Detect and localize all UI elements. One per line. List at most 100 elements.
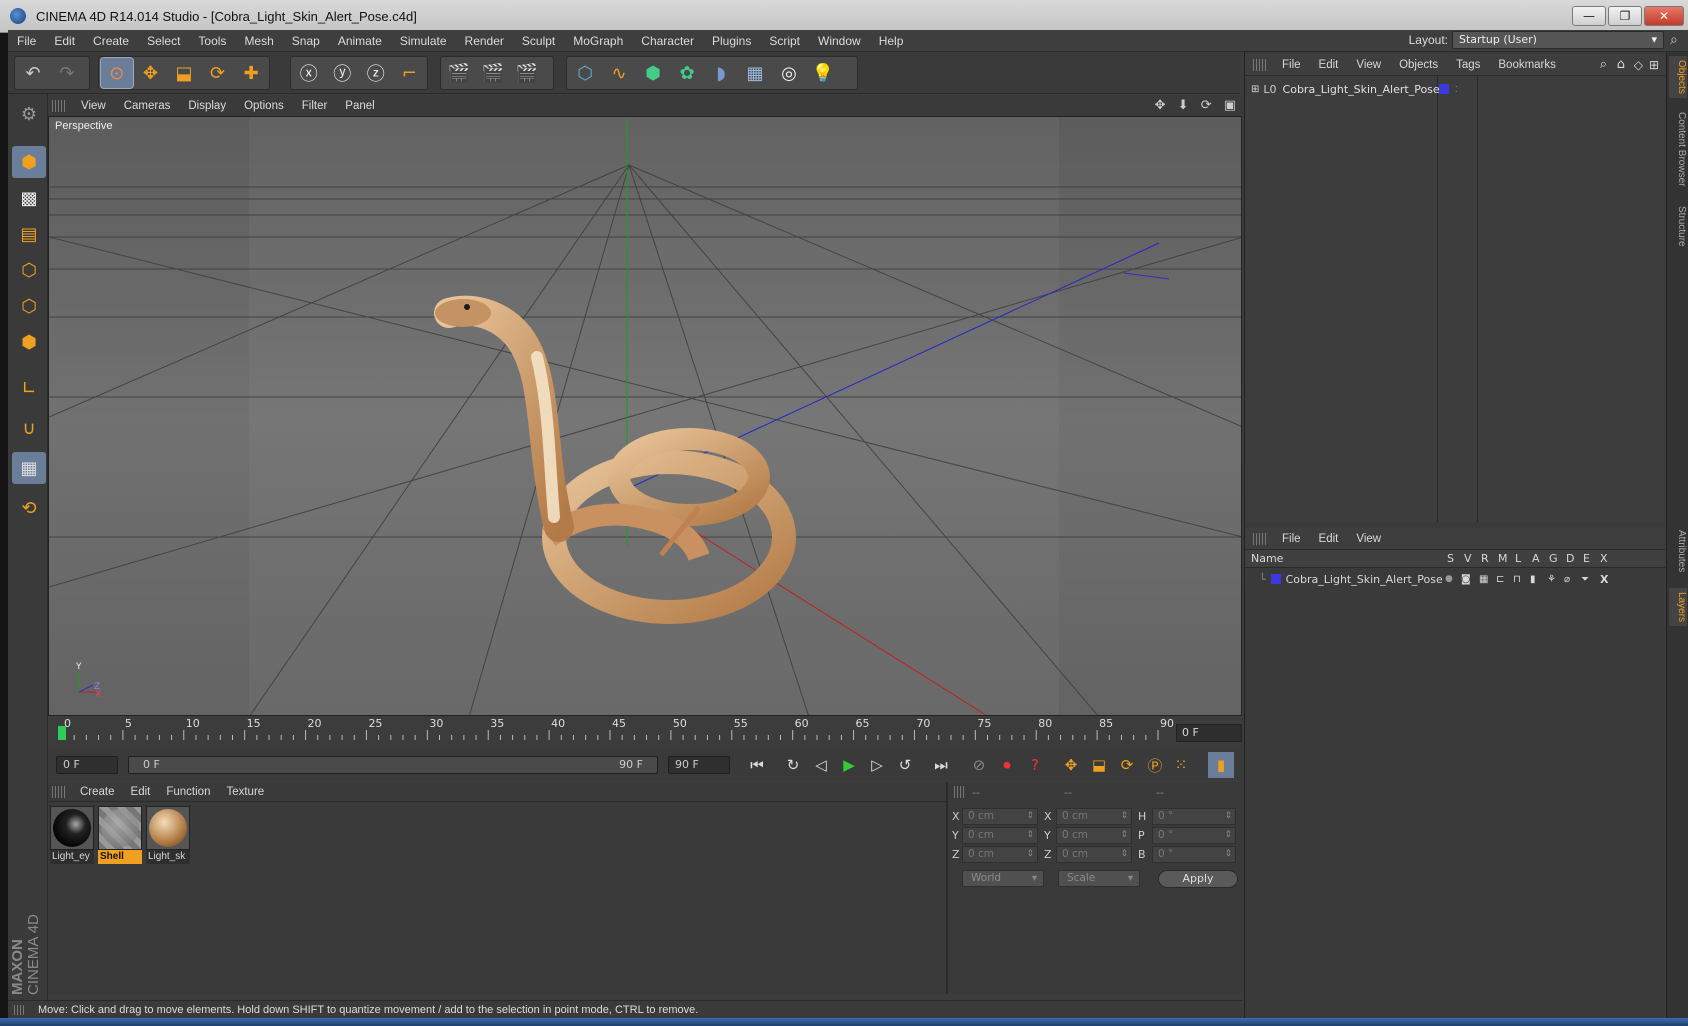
render-view-icon[interactable]: 🎬 <box>443 58 475 88</box>
auto-keying-icon[interactable]: ⏺ <box>994 752 1020 778</box>
panel-grip-icon[interactable] <box>14 1004 26 1015</box>
deformer-icon[interactable]: ◗ <box>705 58 737 88</box>
current-frame-field[interactable]: 0 F <box>1176 724 1242 742</box>
layout-select[interactable]: Startup (User) <box>1452 31 1664 49</box>
new-window-icon[interactable]: ⊞ <box>1649 58 1659 72</box>
transform-mode-dropdown[interactable]: Scale <box>1058 870 1140 887</box>
timeline-ruler[interactable]: 0 5 10 15 20 25 30 35 40 45 50 55 60 65 70 75 80 85 90 <box>48 717 1242 746</box>
objects-menu-objects[interactable]: Objects <box>1390 59 1447 71</box>
tab-structure[interactable]: Structure <box>1669 202 1687 251</box>
tab-objects[interactable]: Objects <box>1669 56 1687 98</box>
material-menu-create[interactable]: Create <box>72 786 123 798</box>
material-preview[interactable] <box>98 806 142 850</box>
menu-plugins[interactable]: Plugins <box>703 34 760 48</box>
size-y-field[interactable]: 0 cm <box>1056 827 1132 844</box>
menu-script[interactable]: Script <box>760 34 809 48</box>
coordinate-mode-dropdown[interactable]: World <box>962 870 1044 887</box>
play-icon[interactable]: ▶ <box>836 752 862 778</box>
menu-help[interactable]: Help <box>870 34 913 48</box>
flag-v-header[interactable]: V <box>1464 552 1472 565</box>
flag-a-header[interactable]: A <box>1532 552 1540 565</box>
flag-d-header[interactable]: D <box>1566 552 1574 565</box>
close-button[interactable]: ✕ <box>1644 6 1684 26</box>
flag-e-header[interactable]: E <box>1583 552 1590 565</box>
workplane-mode-icon[interactable]: ▤ <box>12 218 46 250</box>
pos-z-field[interactable]: 0 cm <box>962 846 1038 863</box>
layer-row[interactable]: └ Cobra_Light_Skin_Alert_Pose ● ◙ ▦ ⊏ ⊓ … <box>1245 570 1665 588</box>
next-key-icon[interactable]: ↺ <box>892 752 918 778</box>
frame-range-slider[interactable]: 0 F 90 F <box>128 756 658 774</box>
expand-icon[interactable]: ⊞ <box>1251 84 1259 95</box>
viewport-menu-display[interactable]: Display <box>179 100 235 112</box>
material-preview[interactable] <box>146 806 190 850</box>
menu-edit[interactable]: Edit <box>45 34 84 48</box>
animation-icon[interactable]: ▮ <box>1530 574 1536 585</box>
menu-create[interactable]: Create <box>84 34 138 48</box>
cube-primitive-icon[interactable]: ⬡ <box>569 58 601 88</box>
material-swatch[interactable]: Light_sk <box>146 806 190 866</box>
menu-animate[interactable]: Animate <box>329 34 391 48</box>
object-row[interactable]: ⊞ L0 Cobra_Light_Skin_Alert_Pose ⁚ <box>1251 80 1633 98</box>
scale-tool-icon[interactable]: ⬓ <box>168 58 200 88</box>
step-back-icon[interactable]: ◁ <box>808 752 834 778</box>
layer-color-swatch[interactable] <box>1270 574 1281 584</box>
light-icon[interactable]: 💡 <box>807 58 839 88</box>
apply-button[interactable]: Apply <box>1158 870 1238 888</box>
tab-content-browser[interactable]: Content Browser <box>1669 108 1687 190</box>
expressions-icon[interactable]: ⏷ <box>1581 574 1589 585</box>
panel-grip-icon[interactable] <box>1253 58 1267 71</box>
tab-attributes[interactable]: Attributes <box>1669 526 1687 576</box>
max-frame-field[interactable]: 90 F <box>668 756 730 774</box>
viewport-menu-options[interactable]: Options <box>235 100 293 112</box>
layers-menu-file[interactable]: File <box>1273 533 1310 545</box>
key-position-icon[interactable]: ✥ <box>1058 752 1084 778</box>
flag-x-header[interactable]: X <box>1600 552 1608 565</box>
size-z-field[interactable]: 0 cm <box>1056 846 1132 863</box>
tab-layers[interactable]: Layers <box>1669 588 1687 627</box>
record-keys-icon[interactable]: ⊘ <box>966 752 992 778</box>
menu-simulate[interactable]: Simulate <box>391 34 456 48</box>
timeline-window-icon[interactable]: ▮ <box>1208 752 1234 778</box>
material-menu-texture[interactable]: Texture <box>218 786 272 798</box>
menu-snap[interactable]: Snap <box>283 34 329 48</box>
key-rotation-icon[interactable]: ⟳ <box>1114 752 1140 778</box>
snap-icon[interactable]: ⟲ <box>12 492 46 524</box>
go-to-end-icon[interactable]: ⏭ <box>928 752 954 778</box>
render-settings-icon[interactable]: 🎬 <box>511 58 543 88</box>
pos-x-field[interactable]: 0 cm <box>962 808 1038 825</box>
texture-mode-icon[interactable]: ▩ <box>12 182 46 214</box>
menu-mesh[interactable]: Mesh <box>235 34 282 48</box>
layer-name[interactable]: Cobra_Light_Skin_Alert_Pose <box>1286 573 1443 586</box>
previous-key-icon[interactable]: ↻ <box>780 752 806 778</box>
visibility-dots-icon[interactable]: ⁚ <box>1455 85 1458 94</box>
viewport-menu-cameras[interactable]: Cameras <box>115 100 180 112</box>
viewport-menu-panel[interactable]: Panel <box>336 100 383 112</box>
panel-grip-icon[interactable] <box>1253 532 1267 545</box>
objects-menu-bookmarks[interactable]: Bookmarks <box>1489 59 1565 71</box>
playhead[interactable] <box>58 726 66 740</box>
key-pla-icon[interactable]: ⁙ <box>1168 752 1194 778</box>
objects-menu-view[interactable]: View <box>1347 59 1390 71</box>
camera-icon[interactable]: ◎ <box>773 58 805 88</box>
coordinate-system-icon[interactable]: ⌐ <box>394 58 426 88</box>
layer-color-swatch[interactable] <box>1439 84 1449 94</box>
menu-file[interactable]: File <box>8 34 45 48</box>
key-parameter-icon[interactable]: Ⓟ <box>1142 752 1168 778</box>
points-mode-icon[interactable]: ⬡ <box>12 254 46 286</box>
objects-menu-edit[interactable]: Edit <box>1310 59 1348 71</box>
layers-menu-view[interactable]: View <box>1347 533 1390 545</box>
name-column-header[interactable]: Name <box>1251 552 1451 565</box>
spline-icon[interactable]: ∿ <box>603 58 635 88</box>
flag-m-header[interactable]: M <box>1498 552 1508 565</box>
menu-character[interactable]: Character <box>632 34 703 48</box>
menu-mograph[interactable]: MoGraph <box>564 34 632 48</box>
material-menu-function[interactable]: Function <box>158 786 218 798</box>
make-editable-icon[interactable]: ⚙ <box>12 98 46 130</box>
live-selection-icon[interactable]: ⊙ <box>100 57 134 89</box>
panel-grip-icon[interactable] <box>954 786 966 798</box>
render-icon[interactable]: ▦ <box>1479 574 1488 585</box>
rot-b-field[interactable]: 0 ° <box>1152 846 1236 863</box>
material-menu-edit[interactable]: Edit <box>123 786 159 798</box>
objects-menu-tags[interactable]: Tags <box>1447 59 1489 71</box>
menu-render[interactable]: Render <box>456 34 513 48</box>
